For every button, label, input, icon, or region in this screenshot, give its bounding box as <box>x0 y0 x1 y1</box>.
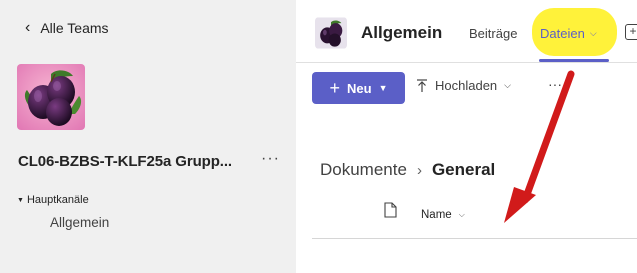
chevron-right-icon: › <box>416 161 422 179</box>
toolbar-more-button[interactable]: ··· <box>548 76 562 92</box>
upload-button[interactable]: Hochladen ⌵ <box>416 78 511 93</box>
sidebar: ‹ Alle Teams CL06-BZBS-T-KLF25a Grupp...… <box>0 0 296 273</box>
team-name[interactable]: CL06-BZBS-T-KLF25a Grupp... <box>18 153 232 170</box>
column-header-name[interactable]: Name ⌵ <box>421 209 465 221</box>
caret-down-icon: ▼ <box>17 196 24 204</box>
channel-title: Allgemein <box>361 23 443 42</box>
chevron-down-icon: ⌵ <box>458 210 465 219</box>
section-header-main-channels[interactable]: ▼ Hauptkanäle <box>17 194 89 206</box>
channel-item-allgemein[interactable]: Allgemein <box>50 215 109 230</box>
add-tab-icon[interactable]: + <box>625 24 637 40</box>
upload-icon <box>417 78 427 92</box>
team-avatar <box>17 64 85 130</box>
breadcrumb: Dokumente › General <box>320 160 495 180</box>
document-icon <box>384 202 397 218</box>
plum-image <box>17 64 85 130</box>
channel-avatar <box>315 17 347 49</box>
new-button[interactable]: + Neu ▼ <box>312 72 405 104</box>
chevron-down-icon: ▼ <box>378 83 388 93</box>
channel-header: Allgemein Beiträge Dateien ⌵ + <box>296 0 637 62</box>
list-header-divider <box>312 238 637 239</box>
back-label: Alle Teams <box>40 20 109 36</box>
plum-image <box>315 17 347 49</box>
header-divider <box>296 62 637 63</box>
tab-files[interactable]: Dateien ⌵ <box>540 26 597 41</box>
breadcrumb-root[interactable]: Dokumente <box>320 160 407 180</box>
breadcrumb-current: General <box>431 160 496 179</box>
plus-icon: + <box>329 78 341 98</box>
back-to-all-teams-link[interactable]: ‹ Alle Teams <box>25 19 109 37</box>
column-name-label: Name <box>421 209 452 221</box>
new-label: Neu <box>347 80 372 96</box>
upload-label: Hochladen <box>435 78 498 93</box>
team-more-options-button[interactable]: ··· <box>261 150 280 168</box>
chevron-left-icon: ‹ <box>25 19 31 36</box>
chevron-down-icon: ⌵ <box>589 28 597 38</box>
tab-files-label: Dateien <box>540 26 585 41</box>
tab-posts[interactable]: Beiträge <box>469 26 517 41</box>
section-label: Hauptkanäle <box>26 194 89 206</box>
chevron-down-icon: ⌵ <box>504 80 511 90</box>
